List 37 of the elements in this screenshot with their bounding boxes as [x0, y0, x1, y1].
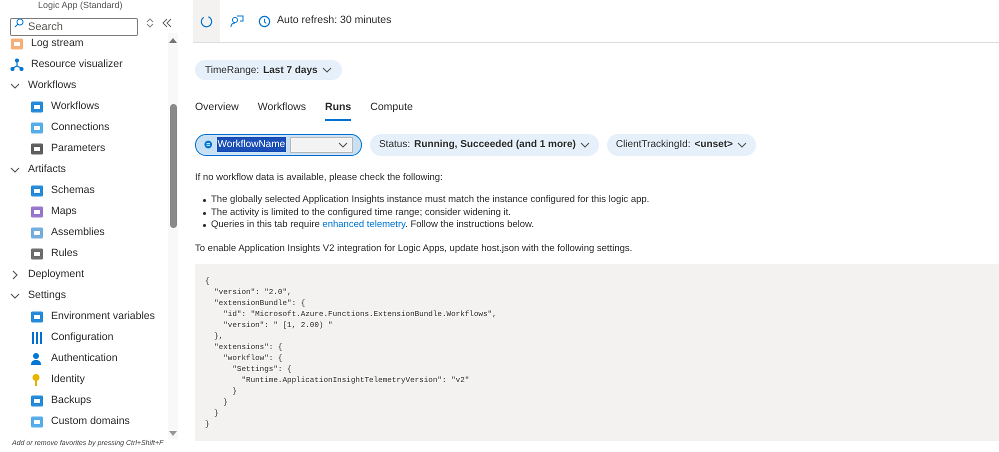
nav-group[interactable]: Settings: [10, 285, 168, 306]
nav-item[interactable]: Resource visualizer: [10, 54, 168, 75]
instructions-text: To enable Application Insights V2 integration for Logic Apps, update host.json with the following settings.: [194, 242, 634, 256]
nav-item[interactable]: Maps: [10, 201, 168, 222]
nav-item[interactable]: Parameters: [10, 138, 168, 159]
nav-item[interactable]: Rules: [10, 243, 168, 264]
bullet-text: The activity is limited to the configured time range; consider widening it.: [211, 206, 511, 219]
nav-item[interactable]: Configuration: [10, 327, 168, 348]
bullet-text: Queries in this tab require enhanced telemetry. Follow the instructions below.: [211, 219, 534, 232]
auto-refresh-button[interactable]: Auto refresh: 30 minutes: [258, 13, 392, 29]
nav-item[interactable]: Connections: [10, 117, 168, 138]
tab[interactable]: Overview: [195, 100, 239, 121]
nav-item[interactable]: Environment variables: [10, 306, 168, 327]
nav-item[interactable]: Identity: [10, 369, 168, 390]
workflow-name-filter[interactable]: WorkflowName: [195, 134, 362, 156]
filter-label: WorkflowName: [216, 137, 286, 152]
nav-item[interactable]: Authentication: [10, 348, 168, 369]
nav-item[interactable]: Workflows: [10, 96, 168, 117]
telemetry-link[interactable]: enhanced telemetry: [322, 219, 406, 230]
intro-text: If no workflow data is available, please check the following:: [194, 170, 444, 185]
nav-group[interactable]: Deployment: [10, 264, 168, 285]
app-subtitle: Logic App (Standard): [37, 0, 124, 10]
nav-item[interactable]: Backups: [10, 390, 168, 411]
filter-pill[interactable]: ClientTrackingId: <unset>: [606, 134, 756, 156]
nav-item[interactable]: Assemblies: [10, 222, 168, 243]
time-range-pill[interactable]: TimeRange: Last 7 days: [195, 60, 342, 80]
nav-item[interactable]: Custom domains: [10, 411, 168, 432]
tab[interactable]: Workflows: [258, 100, 306, 121]
nav-item[interactable]: Log stream: [10, 33, 168, 54]
nav-item[interactable]: Schemas: [10, 180, 168, 201]
filter-pill[interactable]: Status: Running, Succeeded (and 1 more): [370, 134, 599, 156]
nav-group[interactable]: Artifacts: [10, 159, 168, 180]
nav-group[interactable]: Workflows: [10, 75, 168, 96]
tab[interactable]: Runs: [325, 100, 352, 121]
tab[interactable]: Compute: [370, 100, 413, 121]
bullet-text: The globally selected Application Insights instance must match the instance configured for this logic app.: [211, 194, 650, 206]
search-field[interactable]: Search: [10, 18, 138, 36]
